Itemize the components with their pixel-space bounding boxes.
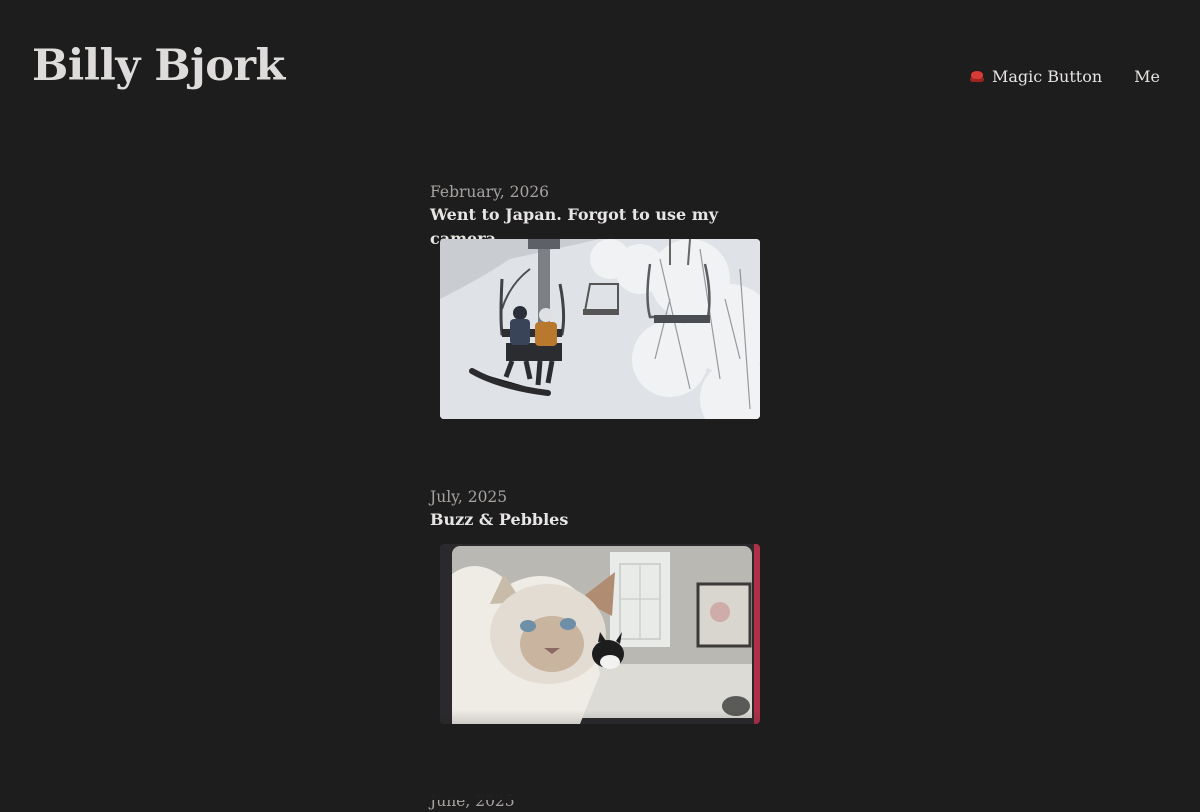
post-date: July, 2025 — [430, 488, 508, 506]
site-title[interactable]: Billy Bjork — [32, 38, 285, 94]
me-link[interactable]: Me — [1134, 66, 1160, 88]
red-button-icon — [969, 71, 984, 83]
ski-lift-photo[interactable] — [440, 239, 760, 419]
post-title[interactable]: Buzz & Pebbles — [430, 508, 770, 532]
post-item: February, 2026 Went to Japan. Forgot to … — [430, 181, 770, 419]
cats-photo[interactable] — [440, 544, 760, 724]
top-nav: Magic Button Me — [969, 66, 1160, 88]
magic-button-link[interactable]: Magic Button — [969, 66, 1103, 88]
me-label: Me — [1134, 67, 1160, 86]
post-date: February, 2026 — [430, 183, 550, 201]
ski-lift-illustration — [440, 239, 760, 419]
magic-button-label: Magic Button — [991, 67, 1103, 86]
post-item: July, 2025 Buzz & Pebbles — [430, 486, 770, 724]
cats-illustration — [440, 544, 760, 724]
bottom-fade — [0, 710, 1200, 800]
